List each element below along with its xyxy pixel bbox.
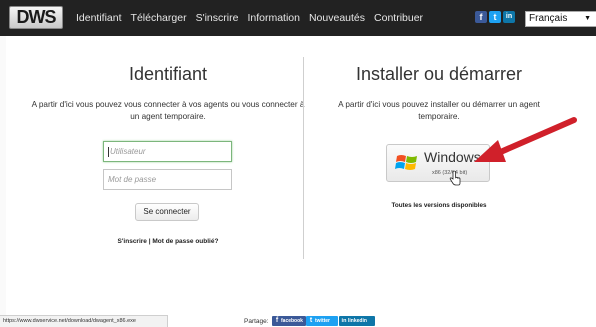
left-edge-shadow: [0, 0, 6, 327]
nav-item-telecharger[interactable]: Télécharger: [131, 12, 187, 24]
language-select-value: Français: [529, 13, 568, 24]
facebook-icon[interactable]: f: [475, 11, 487, 23]
annotation-arrow: [474, 117, 577, 162]
share-facebook-label: facebook: [281, 318, 303, 324]
share-linkedin-button[interactable]: in linkedin: [339, 316, 375, 326]
install-title: Installer ou démarrer: [355, 64, 523, 84]
social-links: f t in: [475, 11, 517, 23]
nav-item-information[interactable]: Information: [247, 12, 300, 24]
login-button[interactable]: Se connecter: [135, 203, 199, 221]
share-linkedin-label: linkedin: [348, 318, 367, 324]
main-nav: Identifiant Télécharger S'inscrire Infor…: [76, 0, 432, 36]
chevron-down-icon: ▼: [584, 15, 591, 22]
linkedin-icon[interactable]: in: [503, 11, 515, 23]
nav-item-contribuer[interactable]: Contribuer: [374, 12, 423, 24]
twitter-icon[interactable]: t: [489, 11, 501, 23]
nav-item-sinscrire[interactable]: S'inscrire: [196, 12, 239, 24]
password-placeholder: Mot de passe: [108, 175, 157, 184]
share-twitter-button[interactable]: t twitter: [306, 316, 338, 326]
dws-logo[interactable]: DWS: [9, 6, 63, 29]
twitter-icon: t: [309, 317, 313, 324]
nav-item-identifiant[interactable]: Identifiant: [76, 12, 122, 24]
windows-logo-icon: [395, 155, 417, 170]
password-input[interactable]: Mot de passe: [103, 169, 232, 190]
top-navigation-bar: DWS Identifiant Télécharger S'inscrire I…: [0, 0, 596, 36]
hand-pointer-icon: [449, 171, 461, 186]
username-placeholder: Utilisateur: [110, 147, 146, 156]
column-divider: [303, 57, 304, 259]
login-description: A partir d'ici vous pouvez vous connecte…: [31, 100, 305, 121]
browser-status-url: https://www.dwservice.net/download/dwage…: [0, 315, 168, 327]
nav-item-nouveautes[interactable]: Nouveautés: [309, 12, 365, 24]
share-twitter-label: twitter: [315, 318, 330, 324]
login-title: Identifiant: [128, 64, 208, 84]
share-facebook-button[interactable]: f facebook: [272, 316, 306, 326]
all-versions-link[interactable]: Toutes les versions disponibles: [360, 202, 518, 209]
language-select[interactable]: Français ▼: [525, 11, 596, 27]
username-input[interactable]: Utilisateur: [103, 141, 232, 162]
facebook-icon: f: [275, 317, 279, 324]
share-label: Partage:: [244, 318, 269, 325]
linkedin-icon: in: [341, 318, 347, 324]
text-cursor: [108, 146, 109, 157]
register-forgot-links[interactable]: S'inscrire | Mot de passe oublié?: [108, 238, 228, 245]
